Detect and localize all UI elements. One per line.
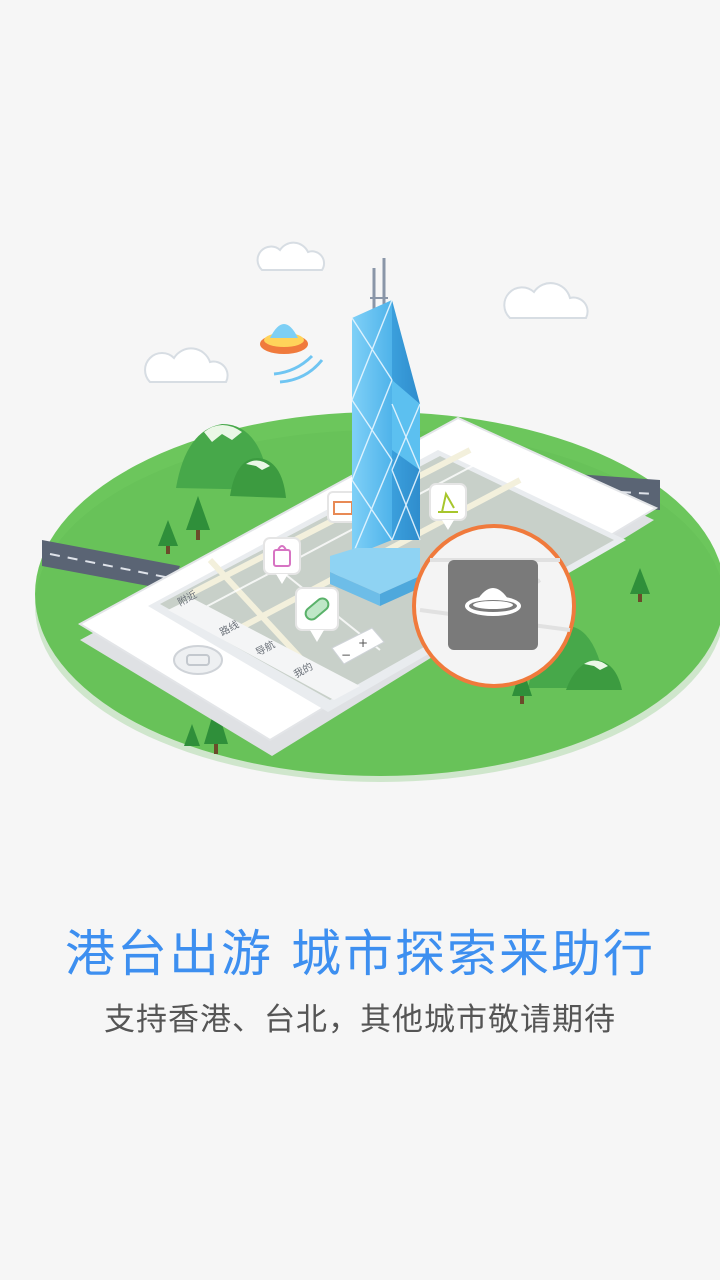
ufo-icon [260, 324, 324, 384]
svg-text:+: + [358, 636, 368, 650]
subheadline: 支持香港、台北，其他城市敬请期待 [104, 1002, 616, 1038]
svg-text:−: − [341, 648, 351, 662]
city-illustration: 附近 路线 导航 我的 + − 全景 [35, 241, 720, 782]
cloud [256, 241, 325, 271]
magnifier-lens [412, 524, 576, 688]
cloud [503, 282, 589, 319]
headline: 港台出游 城市探索来助行 [65, 925, 655, 983]
cloud [144, 347, 229, 383]
